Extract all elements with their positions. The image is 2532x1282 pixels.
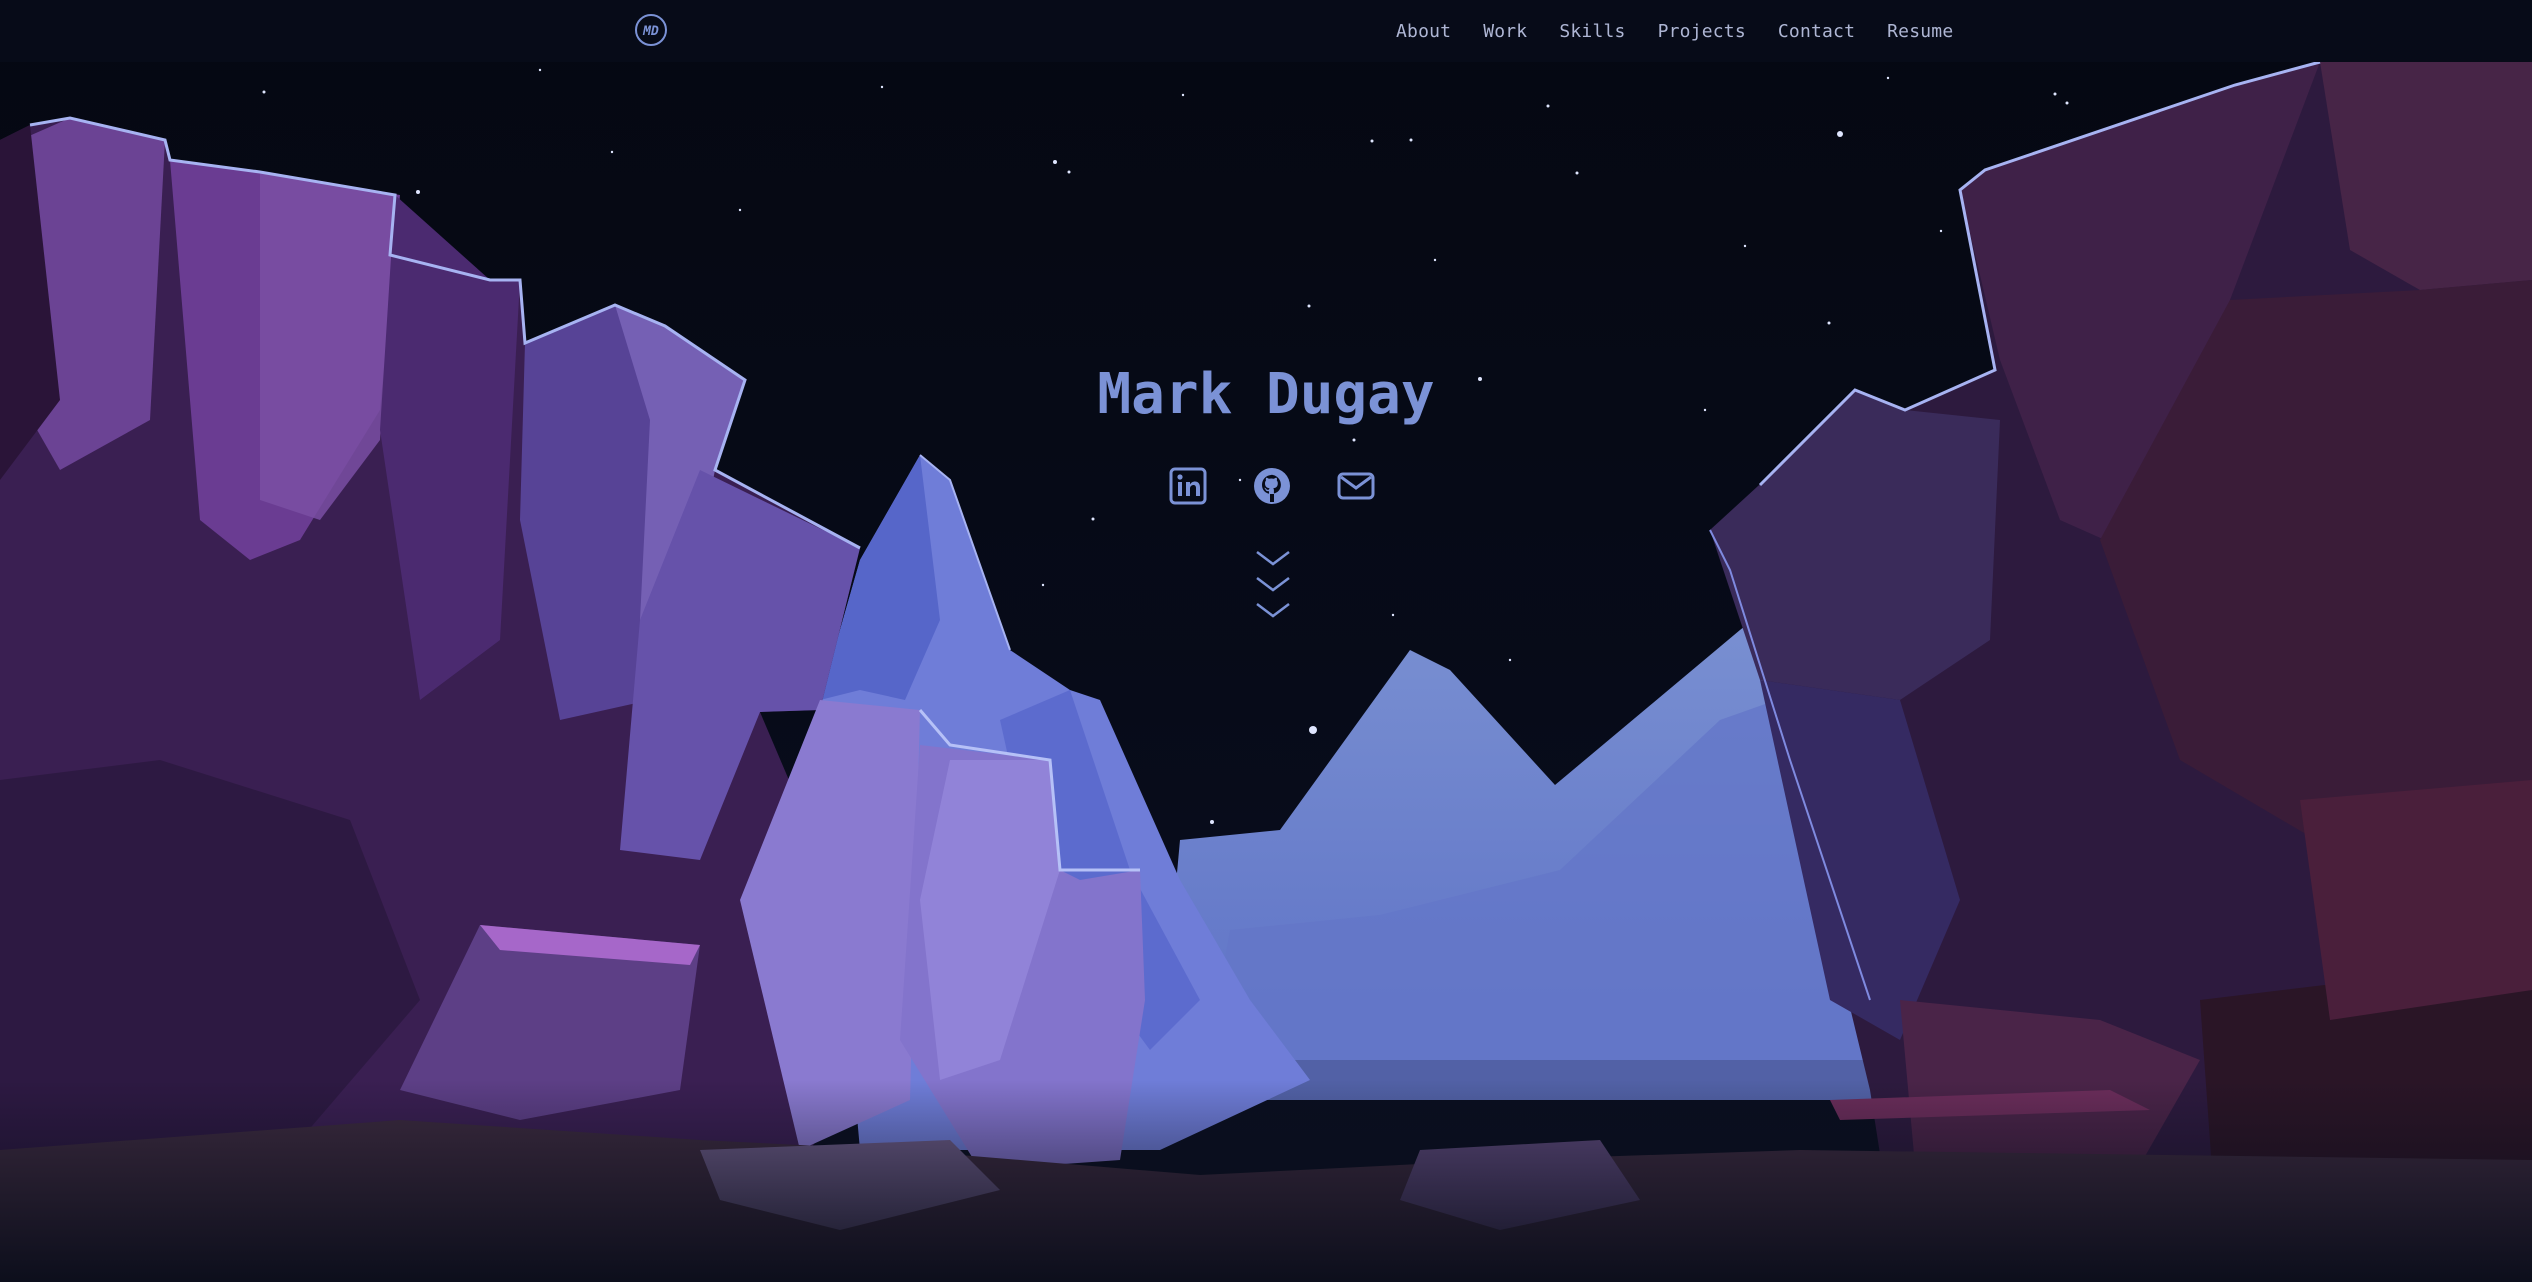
- nav-projects[interactable]: Projects: [1642, 21, 1762, 42]
- social-links: [1168, 466, 1376, 506]
- github-icon[interactable]: [1252, 466, 1292, 506]
- email-icon[interactable]: [1336, 466, 1376, 506]
- main-nav: About Work Skills Projects Contact Resum…: [1380, 0, 1969, 62]
- canyon-background-illustration: [0, 0, 2532, 1282]
- md-logo-icon[interactable]: MD: [634, 13, 668, 47]
- nav-skills[interactable]: Skills: [1543, 21, 1641, 42]
- hero-name: Mark Dugay: [1097, 362, 1435, 427]
- nav-work[interactable]: Work: [1467, 21, 1543, 42]
- nav-about[interactable]: About: [1380, 21, 1467, 42]
- linkedin-icon[interactable]: [1168, 466, 1208, 506]
- triple-chevron-down-icon[interactable]: [1254, 548, 1292, 628]
- nav-contact[interactable]: Contact: [1762, 21, 1871, 42]
- logo-text: MD: [642, 24, 659, 39]
- top-navigation-bar: [0, 0, 2532, 62]
- nav-resume[interactable]: Resume: [1871, 21, 1969, 42]
